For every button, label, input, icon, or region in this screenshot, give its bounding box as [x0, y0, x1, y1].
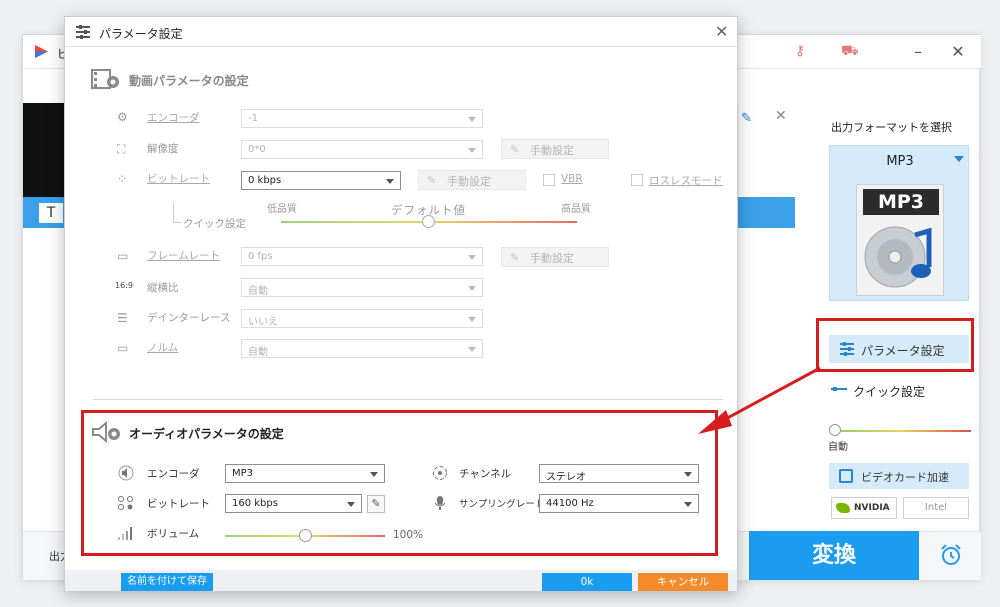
resolution-manual-label: 手動設定 [530, 144, 574, 157]
alarm-clock-icon[interactable] [939, 543, 963, 567]
quick-settings-row-label: クイック設定 [183, 218, 246, 230]
video-thumbnail[interactable] [23, 103, 65, 197]
deinterlace-select[interactable]: いいえ [241, 309, 483, 328]
resolution-select[interactable]: 0*0 [241, 140, 483, 159]
framerate-icon: ▭ [117, 249, 129, 263]
mp3-icon-label: MP3 [863, 189, 939, 215]
chip-icon [839, 469, 853, 483]
audio-highlight-box [81, 410, 718, 556]
pencil-icon: ✎ [427, 174, 437, 187]
quality-slider-knob[interactable] [422, 215, 435, 228]
monitor-icon: ▭ [117, 341, 129, 355]
bitrate-manual-label: 手動設定 [447, 175, 491, 188]
intel-label: Intel [924, 502, 948, 513]
lossless-label: ロスレスモード [649, 175, 723, 187]
annotation-arrow-icon [698, 366, 821, 434]
cart-icon[interactable]: ⛟ [841, 43, 859, 61]
convert-button[interactable]: 変換 [749, 531, 919, 580]
video-bitrate-label[interactable]: ビットレート [147, 171, 210, 186]
film-gear-icon [91, 69, 119, 89]
nvidia-logo-icon [836, 503, 850, 513]
ok-button[interactable]: 0k [542, 573, 632, 591]
nvidia-label: NVIDIA [854, 503, 890, 513]
gpu-acceleration-button[interactable]: ビデオカード加速 [829, 463, 969, 489]
quick-bracket [173, 203, 181, 223]
save-as-button[interactable]: 名前を付けて保存 [121, 573, 213, 591]
bitrate-manual-button[interactable]: ✎ 手動設定 [418, 170, 526, 190]
framerate-manual-button[interactable]: ✎ 手動設定 [501, 247, 609, 267]
key-icon[interactable]: ⚷ [795, 43, 805, 59]
lossless-checkbox[interactable] [631, 174, 643, 186]
output-format-title: 出力フォーマットを選択 [831, 121, 952, 134]
video-section-heading: 動画パラメータの設定 [129, 74, 249, 88]
gpu-acceleration-label: ビデオカード加速 [861, 471, 949, 484]
framerate-manual-label: 手動設定 [530, 252, 574, 265]
app-logo-icon [35, 45, 48, 58]
aspect-select[interactable]: 自動 [241, 278, 483, 297]
mp3-format-icon: MP3 [856, 184, 944, 296]
pencil-icon: ✎ [510, 143, 520, 156]
quick-settings-label: クイック設定 [853, 385, 926, 399]
resolution-label: 解像度 [147, 143, 179, 155]
close-window-button[interactable]: ✕ [945, 41, 971, 63]
framerate-label[interactable]: フレームレート [147, 248, 220, 263]
pencil-icon: ✎ [510, 251, 520, 264]
quick-auto-label: 自動 [828, 442, 848, 453]
norm-label[interactable]: ノルム [147, 340, 178, 355]
bitrate-icon: ⁘ [117, 172, 128, 186]
video-encoder-label[interactable]: エンコーダ [147, 110, 200, 125]
format-name: MP3 [886, 154, 914, 169]
framerate-select[interactable]: 0 fps [241, 247, 483, 266]
deinterlace-label: デインターレース [147, 312, 231, 324]
norm-select[interactable]: 自動 [241, 339, 483, 358]
nvidia-badge: NVIDIA [831, 497, 897, 519]
cancel-button[interactable]: キャンセル [638, 573, 728, 591]
disc-music-icon [864, 226, 932, 288]
section-divider [93, 399, 723, 400]
sliders-icon [76, 25, 90, 39]
dialog-titlebar: パラメータ設定 ✕ [65, 17, 737, 47]
edit-icon[interactable]: ✎ [741, 111, 752, 126]
remove-file-icon[interactable]: ✕ [775, 108, 787, 124]
text-tool-button[interactable]: T [39, 203, 63, 223]
deinterlace-icon: ☰ [117, 311, 128, 325]
format-card[interactable]: MP3 MP3 [829, 145, 969, 301]
intel-badge: Intel [903, 497, 969, 519]
aspect-label: 縦横比 [147, 282, 179, 294]
vbr-label: VBR [561, 173, 583, 185]
resolution-icon: ⛶ [117, 142, 126, 156]
dialog-title: パラメータ設定 [99, 27, 183, 41]
vbr-checkbox[interactable] [543, 174, 555, 186]
quality-high-label: 高品質 [561, 204, 591, 215]
minimize-button[interactable]: – [905, 41, 931, 63]
quick-quality-slider-track[interactable] [831, 430, 971, 432]
aspect-ratio-icon: 16:9 [115, 281, 133, 290]
video-bitrate-select[interactable]: 0 kbps [241, 171, 401, 190]
dialog-close-button[interactable]: ✕ [715, 22, 728, 41]
video-encoder-select[interactable]: -1 [241, 109, 483, 128]
quality-low-label: 低品質 [267, 204, 297, 215]
resolution-manual-button[interactable]: ✎ 手動設定 [501, 139, 609, 159]
chevron-down-icon[interactable] [954, 156, 964, 162]
encoder-icon: ⚙ [117, 110, 128, 124]
